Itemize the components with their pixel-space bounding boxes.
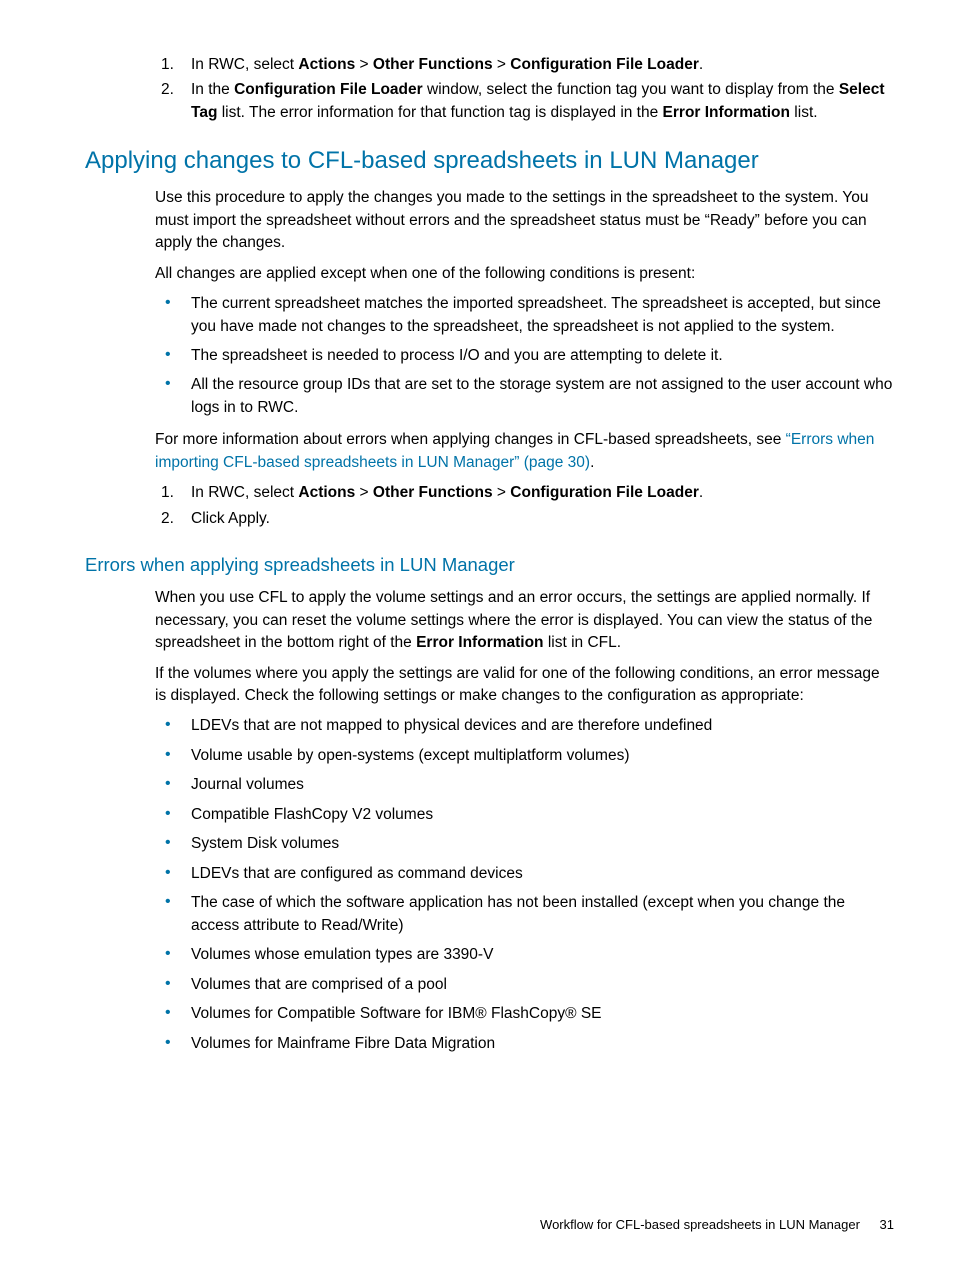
list-item: Volumes that are comprised of a pool [155, 974, 894, 996]
apply-conditions-list: The current spreadsheet matches the impo… [155, 293, 894, 419]
list-item: Volume usable by open-systems (except mu… [155, 745, 894, 767]
list-item: Journal volumes [155, 774, 894, 796]
list-item: LDEVs that are configured as command dev… [155, 863, 894, 885]
errors-paragraph-2: If the volumes where you apply the setti… [155, 663, 894, 708]
apply-steps-list: In RWC, select Actions > Other Functions… [155, 482, 894, 530]
cross-reference-link[interactable]: “Errors when importing CFL-based spreads… [155, 431, 874, 470]
list-item: All the resource group IDs that are set … [155, 374, 894, 419]
errors-conditions-list: LDEVs that are not mapped to physical de… [155, 715, 894, 1055]
list-item: System Disk volumes [155, 833, 894, 855]
list-item: In the Configuration File Loader window,… [155, 79, 894, 124]
apply-paragraph-1: Use this procedure to apply the changes … [155, 187, 894, 254]
apply-paragraph-2: All changes are applied except when one … [155, 263, 894, 285]
list-item: Volumes for Compatible Software for IBM®… [155, 1003, 894, 1025]
footer-section-title: Workflow for CFL-based spreadsheets in L… [540, 1217, 860, 1232]
list-item: The case of which the software applicati… [155, 892, 894, 937]
list-item: In RWC, select Actions > Other Functions… [155, 54, 894, 76]
list-item: Volumes whose emulation types are 3390-V [155, 944, 894, 966]
top-ordered-list: In RWC, select Actions > Other Functions… [155, 54, 894, 124]
list-item: LDEVs that are not mapped to physical de… [155, 715, 894, 737]
list-item: The current spreadsheet matches the impo… [155, 293, 894, 338]
apply-paragraph-3: For more information about errors when a… [155, 429, 894, 474]
heading-applying-changes: Applying changes to CFL-based spreadshee… [85, 144, 894, 179]
footer-page-number: 31 [880, 1216, 894, 1235]
errors-paragraph-1: When you use CFL to apply the volume set… [155, 587, 894, 654]
list-item: Compatible FlashCopy V2 volumes [155, 804, 894, 826]
page-footer: Workflow for CFL-based spreadsheets in L… [540, 1216, 894, 1235]
heading-errors-applying: Errors when applying spreadsheets in LUN… [85, 552, 894, 579]
list-item: Volumes for Mainframe Fibre Data Migrati… [155, 1033, 894, 1055]
list-item: In RWC, select Actions > Other Functions… [155, 482, 894, 504]
list-item: The spreadsheet is needed to process I/O… [155, 345, 894, 367]
list-item: Click Apply. [155, 508, 894, 530]
